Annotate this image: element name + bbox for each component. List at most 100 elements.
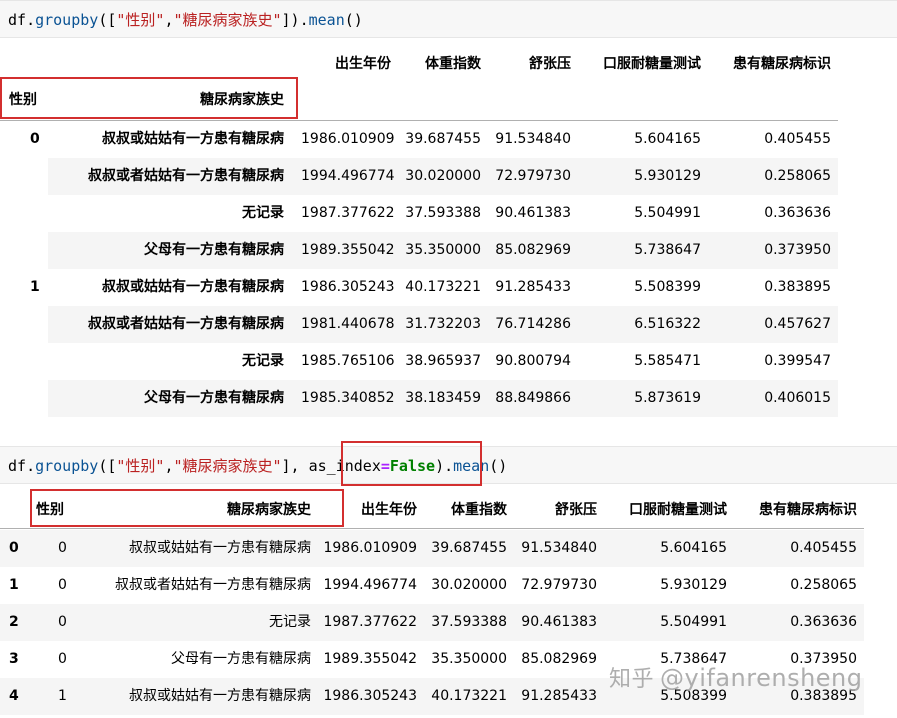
column-header: 舒张压 <box>529 56 571 72</box>
table-cell: 0.405455 <box>790 540 857 556</box>
table-cell: 1989.355042 <box>323 651 417 667</box>
table-cell: 5.930129 <box>660 577 727 593</box>
code-token: ]). <box>281 11 309 29</box>
code-token: ([ <box>98 11 117 29</box>
table-cell: 0.258065 <box>764 168 831 184</box>
table-cell: 72.979730 <box>495 168 571 184</box>
zhihu-logo: 知乎 <box>609 667 655 692</box>
index-family-history: 父母有一方患有糖尿病 <box>144 242 284 258</box>
table-cell: 5.604165 <box>660 540 727 556</box>
column-header: 体重指数 <box>425 56 481 72</box>
column-header: 口服耐糖量测试 <box>629 502 727 518</box>
code-token: () <box>489 457 508 475</box>
column-header: 舒张压 <box>555 502 597 518</box>
table-cell: 76.714286 <box>495 316 571 332</box>
table-cell: 5.585471 <box>634 353 701 369</box>
table-cell: 90.461383 <box>521 614 597 630</box>
index-family-history: 叔叔或者姑姑有一方患有糖尿病 <box>88 316 284 332</box>
code-token: "性别" <box>116 457 165 475</box>
cell-family-history: 无记录 <box>269 614 311 630</box>
table-cell: 40.173221 <box>431 688 507 704</box>
table-cell: 0.373950 <box>764 242 831 258</box>
table-cell: 85.082969 <box>495 242 571 258</box>
code-token: ([ <box>98 457 117 475</box>
table-cell: 91.534840 <box>495 131 571 147</box>
cell-gender: 0 <box>58 614 67 630</box>
table-cell: 0.399547 <box>764 353 831 369</box>
cell-family-history: 叔叔或姑姑有一方患有糖尿病 <box>129 688 311 704</box>
code-token: "糖尿病家族史" <box>173 457 282 475</box>
table-cell: 1986.010909 <box>323 540 417 556</box>
table-cell: 39.687455 <box>405 131 481 147</box>
cell-gender: 0 <box>58 651 67 667</box>
row-index: 0 <box>9 540 19 556</box>
table-cell: 1981.440678 <box>301 316 395 332</box>
table-cell: 1986.010909 <box>301 131 395 147</box>
table-cell: 5.504991 <box>634 205 701 221</box>
code-token: mean <box>308 11 345 29</box>
row-index: 1 <box>9 577 19 593</box>
code-token: "糖尿病家族史" <box>173 11 282 29</box>
code-token: . <box>26 11 36 29</box>
table-cell: 1985.340852 <box>301 390 395 406</box>
table-cell: 0.406015 <box>764 390 831 406</box>
code-token: groupby <box>35 11 99 29</box>
table-cell: 1994.496774 <box>323 577 417 593</box>
table-cell: 30.020000 <box>431 577 507 593</box>
table-cell: 1989.355042 <box>301 242 395 258</box>
table-cell: 0.363636 <box>790 614 857 630</box>
watermark-text: @yifanrensheng <box>660 664 863 692</box>
column-header: 体重指数 <box>451 502 507 518</box>
index-family-history: 父母有一方患有糖尿病 <box>144 390 284 406</box>
table-cell: 0.258065 <box>790 577 857 593</box>
code-token: . <box>26 457 36 475</box>
highlight-box-column-header <box>30 489 344 527</box>
table-cell: 91.285433 <box>495 279 571 295</box>
row-index: 4 <box>9 688 19 704</box>
table-cell: 39.687455 <box>431 540 507 556</box>
table-cell: 0.405455 <box>764 131 831 147</box>
code-cell-1[interactable]: df.groupby(["性别","糖尿病家族史"]).mean() <box>0 0 897 38</box>
table-cell: 1985.765106 <box>301 353 395 369</box>
index-gender: 1 <box>30 279 40 295</box>
table-cell: 0.363636 <box>764 205 831 221</box>
table-cell: 1994.496774 <box>301 168 395 184</box>
table-cell: 1987.377622 <box>301 205 395 221</box>
table-cell: 85.082969 <box>521 651 597 667</box>
index-family-history: 无记录 <box>242 205 284 221</box>
table-cell: 1987.377622 <box>323 614 417 630</box>
column-header: 口服耐糖量测试 <box>603 56 701 72</box>
row-index: 3 <box>9 651 19 667</box>
index-family-history: 叔叔或者姑姑有一方患有糖尿病 <box>88 168 284 184</box>
table-cell: 90.461383 <box>495 205 571 221</box>
code-token: df <box>8 457 27 475</box>
code-line-1[interactable]: df.groupby(["性别","糖尿病家族史"]).mean() <box>8 9 363 30</box>
highlight-box-as-index <box>341 441 482 486</box>
table-cell: 1986.305243 <box>323 688 417 704</box>
table-cell: 0.383895 <box>764 279 831 295</box>
table-cell: 35.350000 <box>405 242 481 258</box>
index-gender: 0 <box>30 131 40 147</box>
table-cell: 91.285433 <box>521 688 597 704</box>
table-cell: 6.516322 <box>634 316 701 332</box>
table-cell: 5.930129 <box>634 168 701 184</box>
header-divider <box>0 528 864 529</box>
table-cell: 1986.305243 <box>301 279 395 295</box>
table-cell: 38.183459 <box>405 390 481 406</box>
code-token: () <box>344 11 363 29</box>
index-family-history: 叔叔或姑姑有一方患有糖尿病 <box>102 279 284 295</box>
table-cell: 30.020000 <box>405 168 481 184</box>
table-cell: 37.593388 <box>431 614 507 630</box>
table-cell: 5.508399 <box>634 279 701 295</box>
table-cell: 5.738647 <box>634 242 701 258</box>
cell-family-history: 父母有一方患有糖尿病 <box>171 651 311 667</box>
table-cell: 5.504991 <box>660 614 727 630</box>
index-family-history: 无记录 <box>242 353 284 369</box>
cell-family-history: 叔叔或姑姑有一方患有糖尿病 <box>129 540 311 556</box>
cell-gender: 0 <box>58 540 67 556</box>
table-cell: 37.593388 <box>405 205 481 221</box>
column-header: 患有糖尿病标识 <box>733 56 831 72</box>
table-cell: 40.173221 <box>405 279 481 295</box>
index-family-history: 叔叔或姑姑有一方患有糖尿病 <box>102 131 284 147</box>
table-cell: 72.979730 <box>521 577 597 593</box>
